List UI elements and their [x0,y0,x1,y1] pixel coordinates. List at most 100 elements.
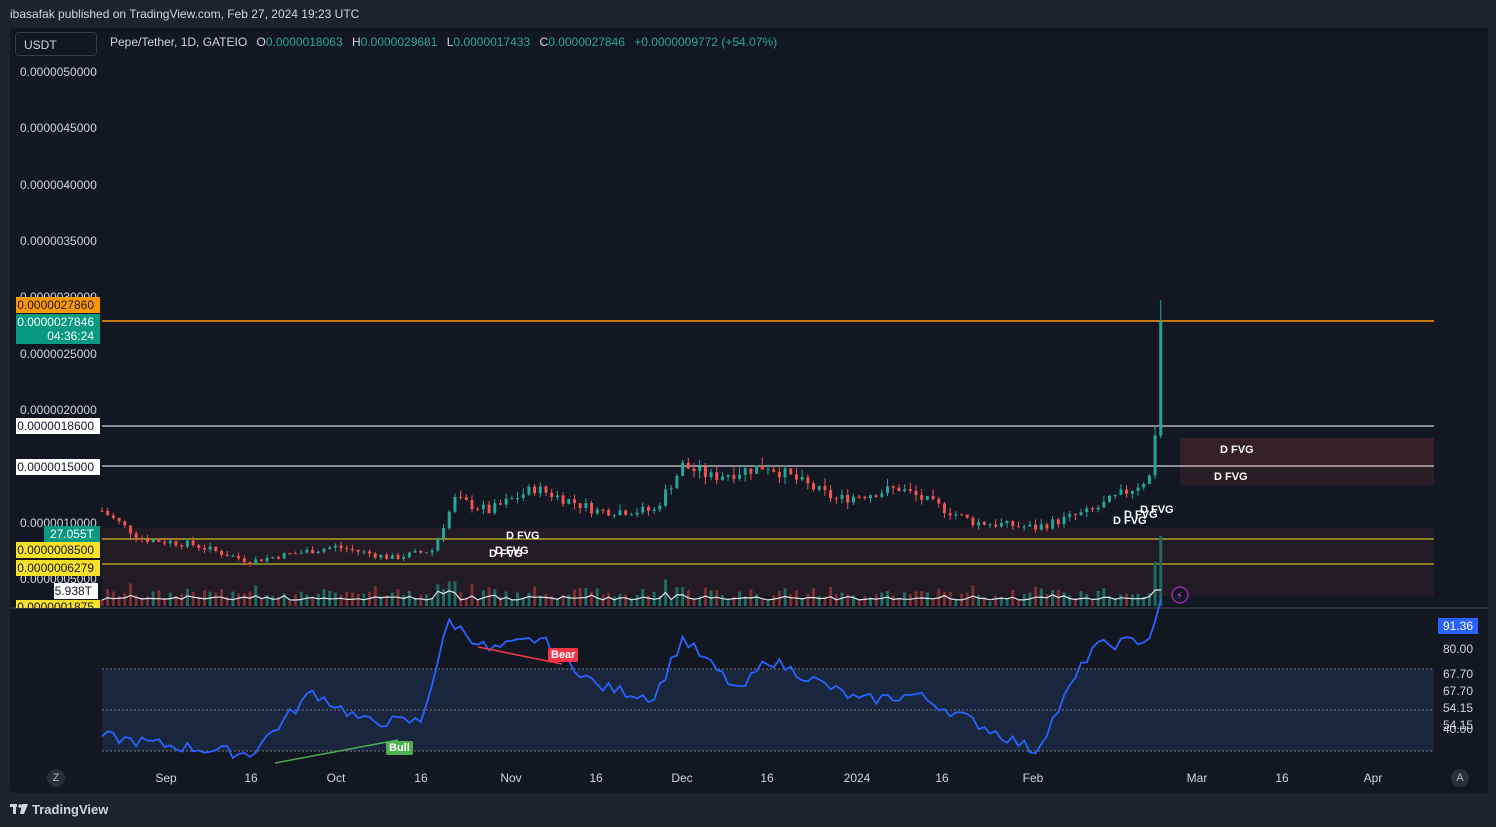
volume-bar [476,600,480,606]
volume-bar [624,594,628,606]
volume-bar [373,586,377,606]
volume-bar [339,594,343,606]
candle-body [510,498,514,500]
currency-button[interactable]: USDT [15,32,97,56]
volume-bar [977,594,981,606]
candle-body [675,475,679,489]
footer-brand[interactable]: TradingView [10,802,108,817]
candle-body [1039,524,1043,530]
change-value: +0.0000009772 (+54.07%) [634,35,778,49]
candle-body [157,539,161,542]
volume-bar [419,594,423,606]
candle-body [1079,512,1083,516]
volume-bar [988,601,992,606]
candle-body [288,553,292,555]
candle-body [481,504,485,510]
candle-body [1085,508,1089,513]
price-axis-label: 0.0000050000 [20,65,97,79]
volume-bar [857,600,861,606]
volume-bar [333,592,337,606]
candle-body [760,465,764,470]
volume-bar [191,592,195,606]
time-axis-label: 16 [935,771,949,785]
candle-body [641,506,645,513]
candle-body [311,549,315,554]
candle-body [794,474,798,480]
volume-bar [607,593,611,606]
volume-bar [618,593,622,606]
volume-bar [806,593,810,606]
candle-body [464,497,468,501]
volume-bar [942,591,946,606]
candle-body [982,522,986,525]
volume-bar [259,598,263,606]
volume-bar [510,600,514,606]
candle-body [1051,519,1055,529]
price-tag-1860: 0.0000018600 [16,418,100,434]
auto-scale-button[interactable]: A [1451,769,1469,787]
time-axis-label: 16 [244,771,258,785]
volume-bar [305,594,309,606]
rsi-level-label: 67.70 [1442,684,1474,698]
high-value: 0.0000029681 [360,35,438,49]
price-tag-0628: 0.0000006279 [16,560,100,576]
candle-body [1005,520,1009,524]
candle-body [356,549,360,552]
volume-bar [874,594,878,606]
volume-bar [100,599,104,606]
candle-body [1011,520,1015,527]
candle-body [242,558,246,563]
volume-bar [720,594,724,606]
candle-body [681,462,685,476]
candle-body [749,468,753,474]
volume-bar [766,600,770,606]
candle-body [424,552,428,554]
candle-body [453,496,457,512]
candle-body [151,539,155,543]
candle-body [180,545,184,547]
candle-body [777,471,781,478]
price-axis-label: 0.0000020000 [20,403,97,417]
candle-body [476,508,480,510]
candle-body [248,562,252,565]
volume-bar [1153,562,1157,606]
candle-body [407,552,411,558]
candle-body [174,541,178,546]
volume-bar [544,593,548,606]
candle-body [271,556,275,558]
candle-body [106,510,110,516]
volume-bar [760,599,764,606]
candle-body [1096,507,1100,510]
price-tag-0188: 0.0000001875 [16,600,100,608]
candle-body [988,524,992,526]
candle-body [572,499,576,504]
volume-bar [533,586,537,606]
volume-bar [1062,592,1066,606]
candle-body [350,549,354,551]
volume-bar [168,592,172,606]
candle-body [202,547,206,550]
volume-bar [185,588,189,606]
volume-bar [880,592,884,606]
chart-canvas[interactable]: ⚡ [0,0,1496,827]
volume-bar [180,593,184,606]
candle-body [396,555,400,559]
candle-body [1090,508,1094,510]
candle-body [555,495,559,498]
volume-bar [863,595,867,606]
candle-body [504,498,508,505]
volume-bar [840,592,844,606]
symbol-title[interactable]: Pepe/Tether, 1D, GATEIO [110,35,247,49]
lightning-icon: ⚡ [1176,591,1183,602]
zoom-reset-button[interactable]: Z [47,769,65,787]
fvg-label: D FVG [1113,515,1147,527]
volume-bar [954,600,958,606]
price-axis-label: 0.0000035000 [20,234,97,248]
candle-body [1016,526,1020,528]
high-label: H [351,35,361,49]
candle-body [874,495,878,498]
volume-bar [128,583,132,606]
volume-bar [692,599,696,606]
time-axis-label: Feb [1022,771,1044,785]
candle-body [829,490,833,499]
